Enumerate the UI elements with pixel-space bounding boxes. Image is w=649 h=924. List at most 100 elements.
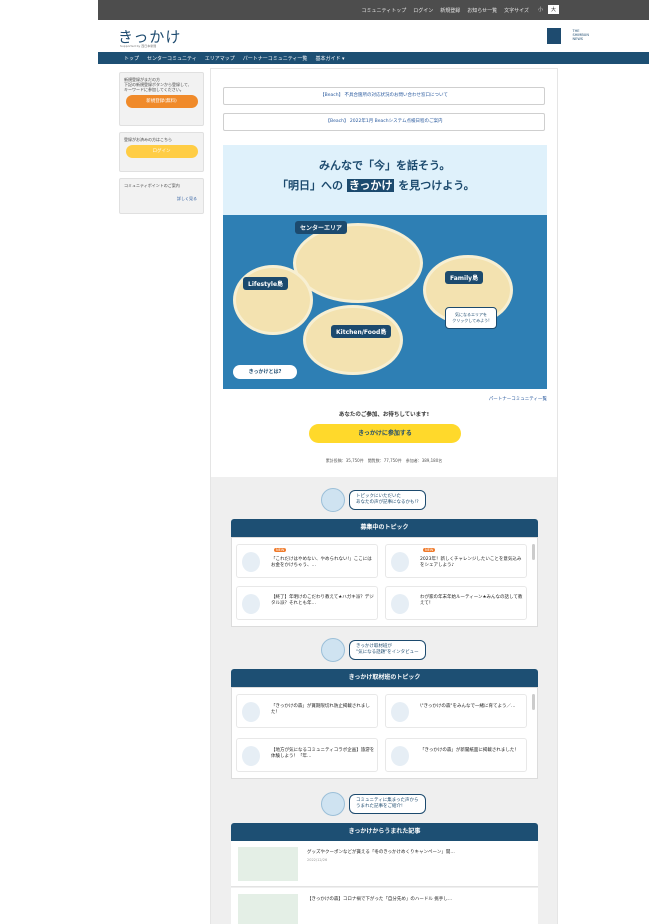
intro-text: トピックにいただいた あなたの声が記事になるかも!? [349,490,426,510]
nav-guide[interactable]: 基本ガイド ▾ [315,55,344,62]
center-area-label[interactable]: センターエリア [295,221,348,234]
logo-subtitle: Supported by 西日本新聞 [120,44,157,48]
article-item[interactable]: 【きっかけの森】コロナ禍で下がった「自分先め」のハードル 挑手し… [231,888,538,924]
register-button[interactable]: 新規登録(無料) [125,95,198,108]
topic-panel: 「きっかけの森」が賞期限切れ防止掲載されました！ \"きっかけの森"をみんなで一… [231,687,538,779]
topic-card[interactable]: \"きっかけの森"をみんなで一緒に育てよう／… [385,694,527,728]
topic-card[interactable]: NEW 2023年！新しくチャレンジしたいことを意気込みをシェアしよう♪ [385,544,527,578]
newspaper-icon [321,792,345,816]
nav-area-map[interactable]: エリアマップ [205,55,235,62]
section-intro: コミュニティに集まった声から うまれた記事をご紹介! [321,792,426,816]
section-header: きっかけからうまれた記事 [231,823,538,841]
topic-card[interactable]: 「きっかけの森」が賞期限切れ防止掲載されました！ [236,694,378,728]
points-title: コミュニティポイントのご案内 [124,183,180,188]
join-button[interactable]: きっかけに参加する [309,424,461,443]
topic-card[interactable]: NEW 「これだけはやめない、やめられない!」ここにはお金をかけちゃう、… [236,544,378,578]
center-island[interactable] [293,223,423,303]
site-header: きっかけ Supported by 西日本新聞 THE SHIMBUN NEWS [98,20,649,52]
article-item[interactable]: グッズやクーポンなどが貰える「冬のきっかけめくりキャンペーン」開… 2022/1… [231,841,538,887]
topic-title: 【地方が気になるコミュニティコラボ企画】旅游を体験しよう！「年… [271,748,375,759]
topic-card[interactable]: 【地方が気になるコミュニティコラボ企画】旅游を体験しよう！「年… [236,738,378,772]
nav-top[interactable]: トップ [124,55,139,62]
hero-headline-highlight: きっかけ [346,179,395,192]
avatar [391,702,409,722]
article-thumbnail [238,847,298,881]
nav-center-community[interactable]: センターコミュニティ [147,55,197,62]
topic-card[interactable]: 【終了】年明けのこだわり教えて★ハガキ派？デジタル派？それとも年… [236,586,378,620]
section-intro: きっかけ取材班が "気になる話題"をインタビュー [321,638,426,662]
main-column: 【Beach】 不具合箇所の対応状況のお問い合わせ窓口について 【Beach】 … [210,68,558,924]
avatar [391,552,409,572]
people-icon [321,638,345,662]
hint-bubble: 気になるエリアを クリックしてみよう! [445,307,497,329]
link-community-top[interactable]: コミュニティトップ [362,7,407,14]
font-size-switch: 小 大 [535,5,559,14]
topic-title: 2023年！新しくチャレンジしたいことを意気込みをシェアしよう♪ [420,557,522,568]
intro-text: コミュニティに集まった声から うまれた記事をご紹介! [349,794,426,814]
article-title: グッズやクーポンなどが貰える「冬のきっかけめくりキャンペーン」開… [307,850,455,855]
avatar [391,746,409,766]
hero-headline-2: 「明日」への きっかけ を見つけよう。 [277,177,475,193]
kitchen-island[interactable] [303,305,403,375]
hero-headline-1: みんなで「今」を話そう。 [319,159,451,172]
points-box: コミュニティポイントのご案内 詳しく見る [119,178,204,214]
link-register[interactable]: 新規登録 [440,7,460,14]
points-link[interactable]: 詳しく見る [120,188,203,202]
avatar [391,594,409,614]
topic-title: 「きっかけの森」が賞期限切れ防止掲載されました！ [271,704,370,715]
utility-links: コミュニティトップ ログイン 新規登録 お知らせ一覧 文字サイズ [362,0,530,20]
people-icon [321,488,345,512]
about-button[interactable]: きっかけとは? [233,365,297,379]
font-large-button[interactable]: 大 [547,5,559,14]
section-intro: トピックにいただいた あなたの声が記事になるかも!? [321,488,426,512]
section-header: 募集中のトピック [231,519,538,537]
top-utility-bar: コミュニティトップ ログイン 新規登録 お知らせ一覧 文字サイズ 小 大 [98,0,649,20]
partner-community-link[interactable]: パートナーコミュニティ一覧 [489,396,547,402]
new-badge: NEW [423,548,436,552]
article-thumbnail [238,894,298,924]
notice-link[interactable]: 【Beach】 不具合箇所の対応状況のお問い合わせ窓口について [223,87,545,105]
avatar [242,702,260,722]
register-box: 新規登録がまだの方 下記の新規登録ボタンから登録して、 キーワードに参加してくだ… [119,72,204,126]
topic-card[interactable]: 「きっかけの森」が新聞紙面に掲載されました！ [385,738,527,772]
font-small-button[interactable]: 小 [535,5,546,14]
scrollbar[interactable] [532,544,535,560]
lifestyle-label[interactable]: Lifestyle島 [243,277,289,290]
main-nav: トップ センターコミュニティ エリアマップ パートナーコミュニティ一覧 基本ガイ… [98,52,649,64]
article-date: 2022/12/26 [307,858,328,862]
register-text: 新規登録がまだの方 下記の新規登録ボタンから登録して、 キーワードに参加してくだ… [124,77,192,92]
avatar [242,746,260,766]
hero-headline-post: を見つけよう。 [398,179,475,192]
new-badge: NEW [274,548,287,552]
login-button[interactable]: ログイン [125,145,198,158]
link-news[interactable]: お知らせ一覧 [467,7,497,14]
hero-headline-pre: 「明日」への [277,179,343,192]
section-header: きっかけ取材班のトピック [231,669,538,687]
login-text: 登録がお済みの方はこちら [124,137,172,142]
nav-partner-community[interactable]: パートナーコミュニティ一覧 [243,55,308,62]
topic-title: \"きっかけの森"をみんなで一緒に育てよう／… [420,704,516,709]
area-map-hero[interactable]: みんなで「今」を話そう。 「明日」への きっかけ を見つけよう。 センターエリア… [223,145,547,389]
topic-title: 【終了】年明けのこだわり教えて★ハガキ派？デジタル派？それとも年… [271,595,374,606]
family-label[interactable]: Family島 [445,271,484,284]
topic-card[interactable]: わが家の年末年始ルーティーン★みんなの話して教えて！ [385,586,527,620]
topic-title: わが家の年末年始ルーティーン★みんなの話して教えて！ [420,595,523,606]
link-login[interactable]: ログイン [413,7,433,14]
notice-link[interactable]: 【Beach】 2022年1月 Beachシステム点検日程のご案内 [223,113,545,131]
content-sections: トピックにいただいた あなたの声が記事になるかも!? 募集中のトピック NEW … [211,477,557,924]
thanks-message: あなたのご参加、お待ちしています! [338,412,430,418]
topic-panel: NEW 「これだけはやめない、やめられない!」ここにはお金をかけちゃう、… NE… [231,537,538,627]
newspaper-logo-text: THE SHIMBUN NEWS [572,29,590,41]
avatar [242,552,260,572]
newspaper-logo-icon[interactable] [547,28,561,44]
login-box: 登録がお済みの方はこちら ログイン [119,132,204,172]
font-size-label: 文字サイズ [504,7,529,14]
article-title: 【きっかけの森】コロナ禍で下がった「自分先め」のハードル 挑手し… [307,897,453,902]
topic-title: 「これだけはやめない、やめられない!」ここにはお金をかけちゃう、… [271,557,372,568]
lifestyle-island[interactable] [233,265,313,335]
scrollbar[interactable] [532,694,535,710]
intro-text: きっかけ取材班が "気になる話題"をインタビュー [349,640,426,660]
avatar [242,594,260,614]
community-stats: 累計投稿：35,750件 閲覧数：77,750件 参加者：389,180名 [325,458,443,463]
kitchen-label[interactable]: Kitchen/Food島 [331,325,392,338]
